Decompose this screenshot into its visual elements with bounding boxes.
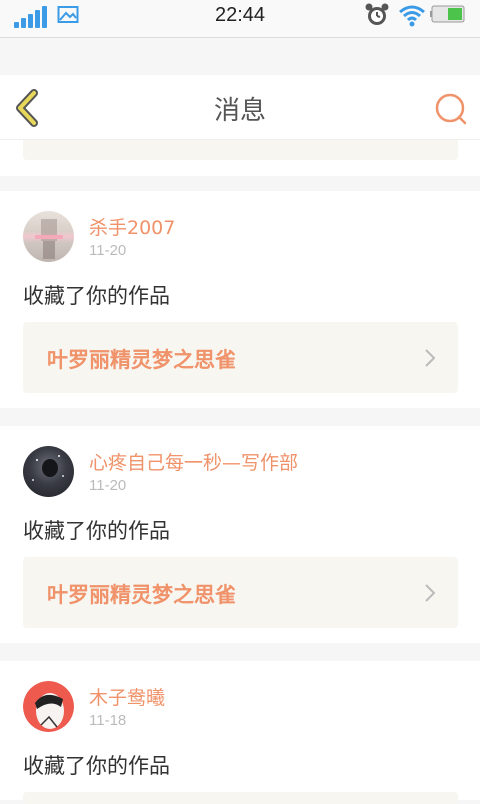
previous-notification-card: [0, 140, 480, 176]
notification-card: 木子鸯曦 11-18 收藏了你的作品: [0, 661, 480, 804]
notification-card: 杀手2007 11-20 收藏了你的作品 叶罗丽精灵梦之思雀: [0, 191, 480, 408]
notification-card: 心疼自己每一秒—写作部 11-20 收藏了你的作品 叶罗丽精灵梦之思雀: [0, 426, 480, 643]
notification-date: 11-20: [89, 477, 127, 494]
notification-action: 收藏了你的作品: [23, 519, 170, 543]
work-title: 叶罗丽精灵梦之思雀: [47, 348, 236, 372]
page-title: 消息: [213, 96, 266, 126]
battery-icon: [430, 5, 465, 23]
work-title: 叶罗丽精灵梦之思雀: [47, 583, 236, 607]
alarm-icon: [365, 3, 389, 25]
status-bar: 22:44: [0, 0, 480, 38]
username[interactable]: 杀手2007: [89, 213, 175, 240]
avatar[interactable]: [23, 446, 74, 497]
app-header: 消息: [0, 75, 480, 140]
work-link[interactable]: [23, 792, 458, 804]
chevron-right-icon: [425, 584, 436, 602]
username[interactable]: 木子鸯曦: [89, 683, 165, 710]
search-icon[interactable]: [434, 92, 468, 126]
notification-date: 11-20: [89, 242, 127, 259]
notification-action: 收藏了你的作品: [23, 754, 170, 778]
wifi-icon: [399, 5, 425, 27]
work-link[interactable]: 叶罗丽精灵梦之思雀: [23, 557, 458, 628]
chevron-right-icon: [425, 349, 436, 367]
notification-date: 11-18: [89, 712, 127, 729]
avatar[interactable]: [23, 211, 74, 262]
avatar[interactable]: [23, 681, 74, 732]
notification-action: 收藏了你的作品: [23, 284, 170, 308]
work-link-partial[interactable]: [23, 140, 458, 160]
username[interactable]: 心疼自己每一秒—写作部: [89, 448, 298, 475]
work-link[interactable]: 叶罗丽精灵梦之思雀: [23, 322, 458, 393]
